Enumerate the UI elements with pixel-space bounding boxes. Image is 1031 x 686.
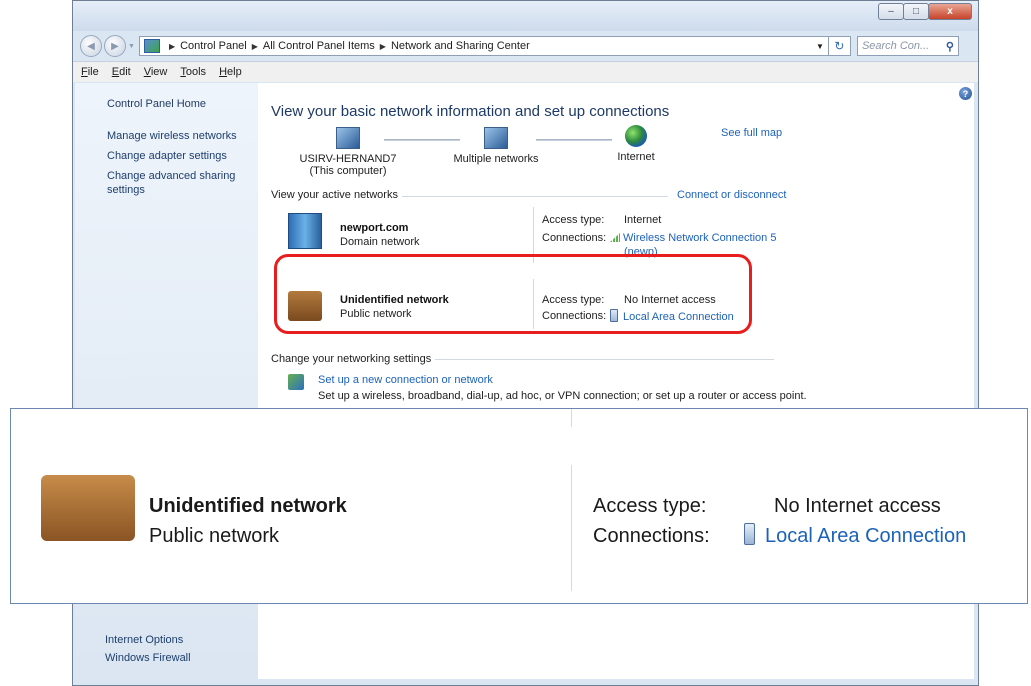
menu-help[interactable]: Help bbox=[219, 66, 242, 78]
map-internet[interactable]: Internet bbox=[606, 125, 666, 163]
menu-edit[interactable]: Edit bbox=[112, 66, 131, 78]
back-arrow-icon: ◀ bbox=[87, 40, 95, 52]
globe-icon bbox=[625, 125, 647, 147]
section-divider bbox=[428, 359, 774, 360]
computer-subtitle: (This computer) bbox=[309, 165, 387, 177]
zoomed-callout: Unidentified network Public network Acce… bbox=[10, 408, 1028, 604]
map-computer: USIRV-HERNAND7 (This computer) bbox=[288, 127, 408, 177]
sidebar-control-panel-home[interactable]: Control Panel Home bbox=[107, 97, 206, 111]
zoom-access-value: No Internet access bbox=[774, 495, 941, 517]
zoom-connection-entry: Local Area Connection bbox=[744, 521, 966, 551]
zoom-network-info: Unidentified network Public network bbox=[149, 491, 347, 551]
caption-buttons: – □ x bbox=[878, 3, 972, 20]
recent-pages-dropdown[interactable]: ▼ bbox=[128, 43, 135, 50]
search-input[interactable]: Search Con... ⚲ bbox=[856, 36, 959, 56]
search-icon[interactable]: ⚲ bbox=[946, 40, 954, 53]
sidebar-manage-wireless[interactable]: Manage wireless networks bbox=[107, 129, 237, 143]
breadcrumb-all-items[interactable]: All Control Panel Items bbox=[263, 40, 375, 52]
zoom-access-label: Access type: bbox=[593, 495, 707, 517]
close-button[interactable]: x bbox=[928, 3, 972, 20]
breadcrumb-network-center[interactable]: Network and Sharing Center bbox=[391, 40, 530, 52]
refresh-icon: ↻ bbox=[834, 39, 845, 53]
domain-network-icon bbox=[288, 213, 322, 249]
access-type-value: Internet bbox=[624, 214, 662, 226]
chevron-right-icon[interactable]: ▶ bbox=[169, 42, 175, 51]
bench-icon bbox=[41, 475, 135, 541]
address-bar[interactable]: ▶ Control Panel ▶ All Control Panel Item… bbox=[138, 36, 829, 56]
map-multiple-networks[interactable]: Multiple networks bbox=[444, 127, 548, 165]
maximize-button[interactable]: □ bbox=[903, 3, 929, 20]
network-type[interactable]: Domain network bbox=[340, 235, 419, 249]
highlight-box bbox=[274, 254, 752, 334]
internet-options-link[interactable]: Internet Options bbox=[105, 633, 191, 647]
zoom-connections-label: Connections: bbox=[593, 525, 710, 547]
computer-icon bbox=[336, 127, 360, 149]
computer-name: USIRV-HERNAND7 bbox=[299, 153, 397, 165]
refresh-button[interactable]: ↻ bbox=[828, 36, 851, 56]
signal-icon bbox=[610, 233, 620, 242]
zoom-network-name: Unidentified network bbox=[149, 495, 347, 517]
menu-view[interactable]: View bbox=[144, 66, 168, 78]
menu-bar: File Edit View Tools Help bbox=[73, 61, 978, 82]
section-divider bbox=[398, 196, 668, 197]
forward-arrow-icon: ▶ bbox=[111, 40, 119, 52]
sidebar-change-adapter[interactable]: Change adapter settings bbox=[107, 149, 227, 163]
network-row-newport: newport.com Domain network bbox=[340, 221, 419, 249]
search-placeholder: Search Con... bbox=[861, 40, 930, 52]
menu-file[interactable]: File bbox=[81, 66, 99, 78]
sidebar-advanced-sharing[interactable]: Change advanced sharing settings bbox=[107, 169, 237, 197]
menu-tools[interactable]: Tools bbox=[180, 66, 206, 78]
active-networks-title: View your active networks bbox=[271, 189, 402, 201]
windows-firewall-link[interactable]: Windows Firewall bbox=[105, 651, 191, 665]
column-divider bbox=[571, 409, 572, 427]
zoom-local-area-connection-link[interactable]: Local Area Connection bbox=[765, 525, 966, 547]
internet-label: Internet bbox=[617, 151, 655, 163]
change-settings-title: Change your networking settings bbox=[271, 353, 436, 365]
new-connection-icon bbox=[288, 374, 304, 390]
ethernet-icon bbox=[744, 523, 755, 545]
column-divider bbox=[571, 465, 572, 591]
control-panel-icon bbox=[143, 39, 160, 53]
help-icon[interactable]: ? bbox=[959, 87, 972, 100]
connections-label: Connections: bbox=[542, 232, 607, 244]
address-dropdown-icon[interactable]: ▼ bbox=[816, 42, 824, 51]
title-bar: – □ x bbox=[73, 1, 978, 31]
navigation-row: ◀ ▶ ▼ ▶ Control Panel ▶ All Control Pane… bbox=[73, 31, 978, 61]
forward-button[interactable]: ▶ bbox=[104, 35, 126, 57]
zoom-network-type[interactable]: Public network bbox=[149, 521, 347, 551]
see-full-map-link[interactable]: See full map bbox=[721, 127, 782, 139]
multiple-networks-label: Multiple networks bbox=[453, 153, 539, 165]
see-also-links: Internet Options Windows Firewall bbox=[105, 633, 191, 665]
wireless-connection-link[interactable]: Wireless Network Connection 5 bbox=[623, 232, 776, 244]
chevron-right-icon[interactable]: ▶ bbox=[380, 42, 386, 51]
page-title: View your basic network information and … bbox=[271, 103, 670, 120]
networks-icon bbox=[484, 127, 508, 149]
chevron-right-icon[interactable]: ▶ bbox=[252, 42, 258, 51]
connect-disconnect-link[interactable]: Connect or disconnect bbox=[673, 189, 787, 201]
minimize-button[interactable]: – bbox=[878, 3, 904, 20]
network-name: newport.com bbox=[340, 222, 409, 234]
breadcrumb-control-panel[interactable]: Control Panel bbox=[180, 40, 247, 52]
setup-connection-description: Set up a wireless, broadband, dial-up, a… bbox=[318, 390, 807, 402]
setup-connection-link[interactable]: Set up a new connection or network bbox=[318, 373, 493, 387]
access-type-label: Access type: bbox=[542, 214, 605, 226]
map-connector bbox=[536, 139, 612, 141]
back-button[interactable]: ◀ bbox=[80, 35, 102, 57]
